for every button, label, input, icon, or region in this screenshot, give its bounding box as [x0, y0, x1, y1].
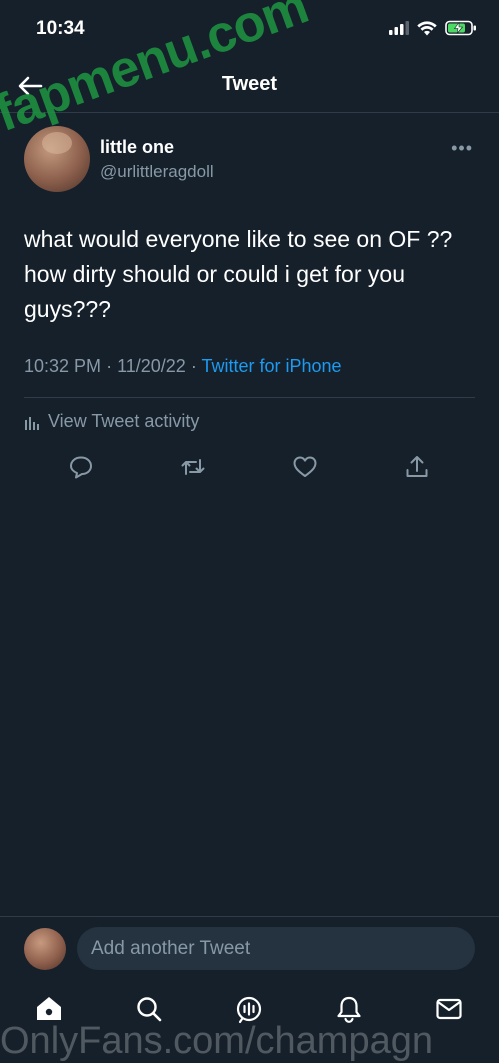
retweet-icon[interactable]	[180, 454, 206, 480]
tweet-meta: 10:32 PM · 11/20/22 · Twitter for iPhone	[24, 356, 342, 377]
signal-icon	[389, 21, 409, 35]
status-time: 10:34	[36, 18, 85, 39]
tweet-date: 11/20/22	[117, 356, 186, 376]
author-avatar[interactable]	[24, 126, 90, 192]
page-title: Tweet	[221, 73, 278, 95]
tweet-actions	[0, 452, 499, 484]
top-nav: Tweet	[0, 60, 499, 110]
author-display-name[interactable]: little one	[100, 137, 174, 158]
home-icon[interactable]	[34, 994, 64, 1024]
tweet-time: 10:32 PM	[24, 356, 102, 376]
more-options-button[interactable]: •••	[451, 138, 473, 159]
status-bar: 10:34	[0, 0, 499, 58]
meta-separator: ·	[190, 356, 202, 376]
reply-input[interactable]: Add another Tweet	[77, 927, 475, 970]
meta-separator: ·	[106, 356, 118, 376]
spaces-icon[interactable]	[234, 994, 264, 1024]
meta-divider	[24, 397, 475, 398]
share-icon[interactable]	[404, 454, 430, 480]
view-tweet-activity-button[interactable]: View Tweet activity	[24, 411, 199, 432]
reply-divider	[0, 916, 499, 917]
search-icon[interactable]	[134, 994, 164, 1024]
author-handle[interactable]: @urlittleragdoll	[100, 162, 214, 182]
like-icon[interactable]	[292, 454, 318, 480]
notifications-icon[interactable]	[334, 994, 364, 1024]
messages-icon[interactable]	[434, 994, 464, 1024]
header-divider	[0, 112, 499, 113]
status-icons	[389, 20, 477, 36]
activity-label: View Tweet activity	[48, 411, 200, 431]
reply-placeholder: Add another Tweet	[91, 938, 251, 959]
reply-avatar	[24, 928, 66, 970]
analytics-icon	[25, 416, 39, 430]
reply-icon[interactable]	[68, 454, 94, 480]
wifi-icon	[417, 20, 437, 35]
bottom-tab-bar	[0, 980, 499, 1043]
tweet-text: what would everyone like to see on OF ??…	[24, 226, 453, 322]
tweet-client-link[interactable]: Twitter for iPhone	[201, 356, 341, 376]
battery-charging-icon	[445, 20, 476, 36]
